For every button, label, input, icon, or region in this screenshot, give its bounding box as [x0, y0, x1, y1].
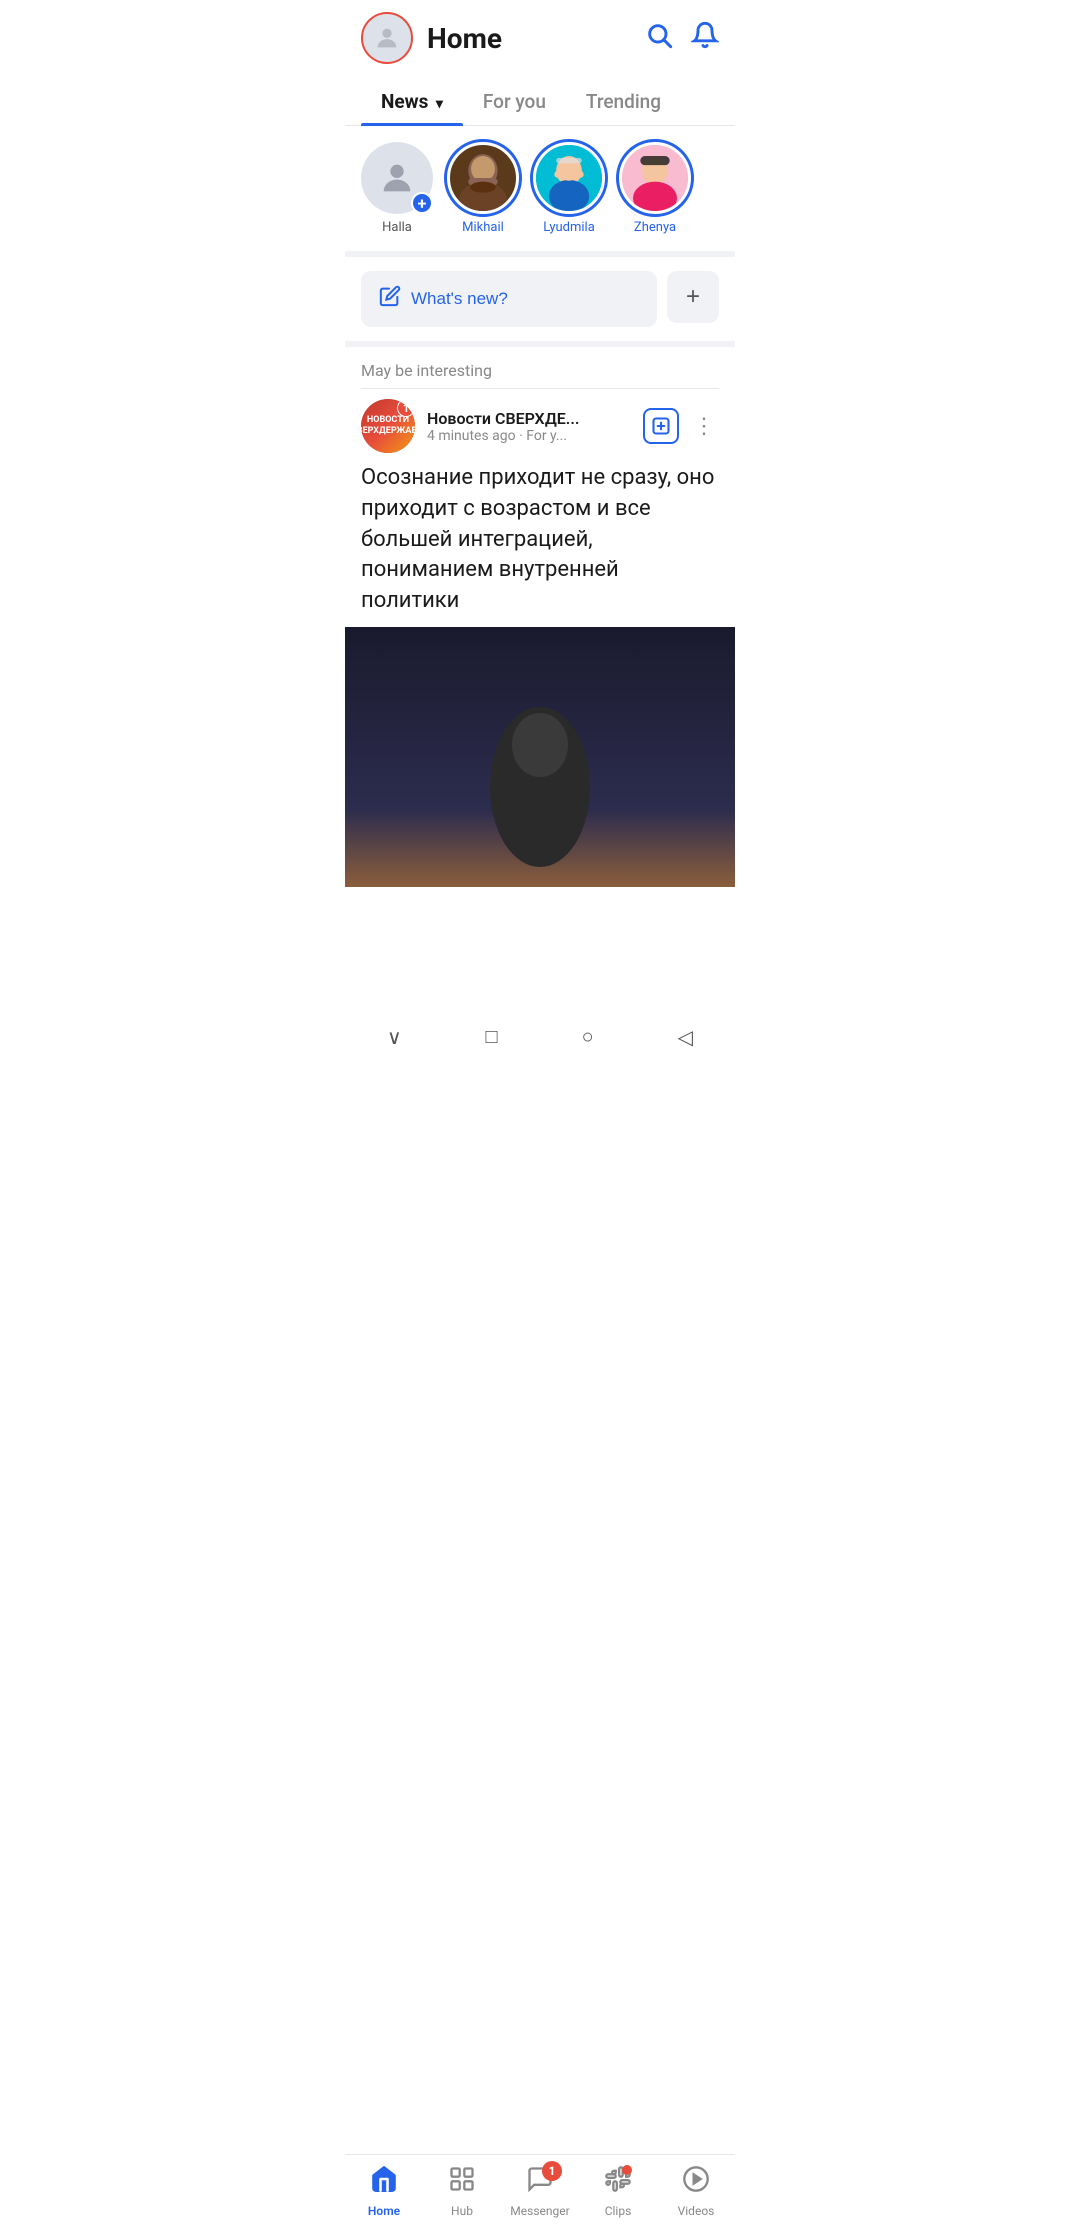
story-avatar-mikhail [447, 142, 519, 214]
add-content-button[interactable]: + [667, 271, 719, 323]
profile-avatar[interactable] [361, 12, 413, 64]
story-item-mikhail[interactable]: Mikhail [447, 142, 519, 235]
story-item-lyudmila[interactable]: Lyudmila [533, 142, 605, 235]
nav-label-home: Home [368, 2204, 400, 2218]
post-badge: 1 [397, 399, 415, 417]
tab-news[interactable]: News ▾ [361, 76, 463, 125]
nav-item-messenger[interactable]: 1 Messenger [501, 2165, 579, 2218]
clips-dot [622, 2165, 632, 2175]
post-video[interactable]: TikTok @aldmctool32 [345, 627, 735, 887]
bottom-nav: Home Hub 1 Messenger [345, 2154, 735, 2224]
nav-item-hub[interactable]: Hub [423, 2165, 501, 2218]
post-author-avatar[interactable]: НОВОСТИ СВЕРХДЕРЖАВЫ 1 [361, 399, 415, 453]
post-actions: ⋮ [643, 408, 719, 444]
nav-label-clips: Clips [605, 2204, 632, 2218]
home-icon [370, 2165, 398, 2200]
add-story-button[interactable]: + [411, 192, 433, 214]
tab-for-you[interactable]: For you [463, 76, 566, 125]
header-icons [645, 21, 719, 56]
main-content: May be interesting НОВОСТИ СВЕРХДЕРЖАВЫ … [345, 347, 735, 1017]
post-text: Осознание приходит не сразу, оно приходи… [361, 463, 719, 627]
tabs-bar: News ▾ For you Trending [345, 76, 735, 126]
clips-icon [604, 2165, 632, 2200]
post-card: НОВОСТИ СВЕРХДЕРЖАВЫ 1 Новости СВЕРХДЕ..… [345, 389, 735, 887]
hub-icon [448, 2165, 476, 2200]
follow-button[interactable] [643, 408, 679, 444]
story-avatar-halla: + [361, 142, 433, 214]
whats-new-bar: What's new? + [345, 257, 735, 347]
chevron-down-icon: ▾ [432, 96, 443, 112]
stories-row: + Halla Mikhail [345, 126, 735, 257]
post-header: НОВОСТИ СВЕРХДЕРЖАВЫ 1 Новости СВЕРХДЕ..… [361, 389, 719, 463]
nav-label-hub: Hub [451, 2204, 473, 2218]
nav-item-home[interactable]: Home [345, 2165, 423, 2218]
videos-icon [682, 2165, 710, 2200]
story-item-zhenya[interactable]: Zhenya [619, 142, 691, 235]
story-name-zhenya: Zhenya [634, 220, 676, 235]
story-name-lyudmila: Lyudmila [543, 220, 595, 235]
more-options-button[interactable]: ⋮ [689, 410, 719, 443]
post-time: 4 minutes ago · For y... [427, 428, 631, 444]
story-avatar-lyudmila [533, 142, 605, 214]
post-meta: Новости СВЕРХДЕ... 4 minutes ago · For y… [427, 409, 631, 444]
story-item-halla[interactable]: + Halla [361, 142, 433, 235]
system-recents-button[interactable]: □ [486, 1024, 498, 1049]
nav-label-videos: Videos [678, 2204, 715, 2218]
search-icon[interactable] [645, 21, 673, 56]
story-avatar-zhenya [619, 142, 691, 214]
bell-icon[interactable] [691, 21, 719, 56]
system-home-button[interactable]: ○ [582, 1024, 594, 1049]
page-title: Home [427, 22, 645, 55]
nav-item-clips[interactable]: Clips [579, 2165, 657, 2218]
edit-icon [379, 285, 401, 313]
header: Home [345, 0, 735, 76]
system-nav: ∨ □ ○ ◁ [345, 1017, 735, 1061]
tab-trending[interactable]: Trending [566, 76, 681, 125]
system-back-button[interactable]: ◁ [678, 1025, 693, 1049]
whats-new-label: What's new? [411, 289, 508, 309]
whats-new-button[interactable]: What's new? [361, 271, 657, 327]
post-author-name: Новости СВЕРХДЕ... [427, 409, 631, 428]
story-name-halla: Halla [382, 220, 412, 235]
story-name-mikhail: Mikhail [462, 220, 504, 235]
nav-label-messenger: Messenger [510, 2204, 569, 2218]
system-down-button[interactable]: ∨ [387, 1025, 402, 1049]
nav-item-videos[interactable]: Videos [657, 2165, 735, 2218]
messenger-icon: 1 [526, 2165, 554, 2200]
messenger-badge: 1 [542, 2161, 562, 2181]
section-label: May be interesting [345, 347, 735, 388]
